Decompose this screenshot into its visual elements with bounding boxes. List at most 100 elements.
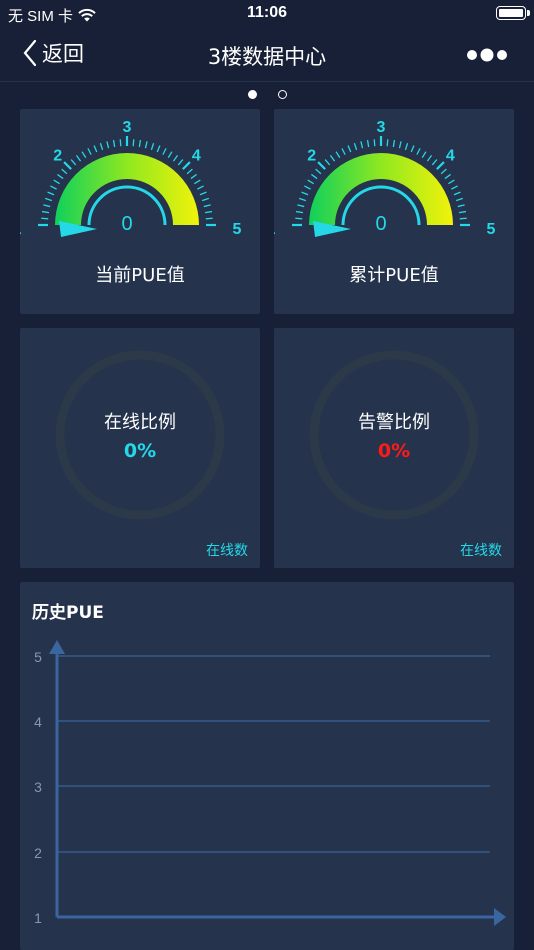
gauge-tick (315, 168, 322, 175)
gauge-tick (307, 179, 314, 185)
gauge-tick (451, 185, 458, 190)
gauge-tick (373, 139, 376, 147)
gauge-tick (194, 179, 201, 185)
gauge-tick (317, 161, 326, 170)
gauge-tick (295, 210, 304, 214)
gauge-tick (301, 191, 309, 196)
gauge-value: 0 (375, 213, 386, 235)
current-pue-gauge: 1 2 3 4 5 0 (20, 119, 242, 238)
y-tick-label: 4 (34, 714, 42, 730)
gauge-tick (431, 159, 438, 166)
gauge-tick (458, 210, 467, 214)
gauge-tick-label-4: 4 (192, 148, 201, 165)
gauge-tick (99, 143, 104, 151)
gauge-tick-label-5: 5 (487, 221, 496, 238)
ring-value: 0% (123, 440, 157, 462)
ring-title: 在线比例 (104, 412, 176, 433)
gauge-tick (61, 168, 68, 175)
online-count-link[interactable]: 在线数 (460, 540, 502, 560)
gauge-tick (45, 197, 53, 202)
battery-icon (496, 6, 530, 20)
gauge-tick (440, 168, 447, 175)
page-dot[interactable] (277, 90, 287, 99)
gauge-tick (457, 204, 465, 208)
gauge-tick (156, 145, 161, 153)
gauge-tick (119, 139, 122, 147)
page-title: 3楼数据中心 (207, 45, 327, 69)
y-tick-label: 2 (34, 845, 42, 861)
gauge-value: 0 (121, 213, 132, 235)
gauge-tick (404, 143, 409, 151)
y-axis-arrow (49, 640, 65, 654)
online-ratio-card[interactable]: 在线比例 0% 在线数 (20, 328, 260, 568)
gauge-tick (63, 161, 72, 170)
y-tick-label: 5 (34, 649, 42, 665)
gauge-tick (93, 145, 98, 153)
gauge-tick (43, 204, 51, 208)
cumulative-pue-gauge: 1 2 3 4 5 0 (274, 119, 496, 238)
gauge-tick (87, 148, 92, 155)
cumulative-pue-card[interactable]: 1 2 3 4 5 0 累计PUE值 (274, 109, 514, 314)
current-pue-card[interactable]: 1 2 3 4 5 0 当前PUE值 (20, 109, 260, 314)
status-bar: 无 SIM 卡 11:06 (0, 0, 534, 28)
page-dot-active[interactable] (247, 90, 257, 99)
history-pue-card: 历史PUE 5 4 3 2 1 (20, 582, 514, 950)
gauge-tick (199, 191, 207, 196)
gauge-tick (335, 151, 341, 158)
gauge-tick (106, 141, 110, 149)
gauge-tick (295, 217, 303, 220)
gauge-tick (162, 148, 167, 155)
gauge-tick (167, 151, 173, 158)
gauge-tick (392, 139, 396, 148)
history-pue-chart: 5 4 3 2 1 (34, 640, 506, 926)
gauge-tick-label-3: 3 (377, 119, 386, 136)
gauge-tick-label-2: 2 (307, 148, 316, 165)
gauge-tick (57, 173, 64, 180)
gauge-tick (190, 173, 197, 180)
ring-value: 0% (377, 440, 411, 462)
gauge-tick (112, 139, 116, 148)
gauge-tick (329, 155, 336, 162)
gauge-tick (366, 139, 370, 148)
alarm-ratio-card[interactable]: 告警比例 0% 在线数 (274, 328, 514, 568)
gauge-tick (453, 191, 461, 196)
gauge-tick (41, 217, 49, 220)
online-count-link[interactable]: 在线数 (206, 540, 248, 560)
gauge-tick (398, 141, 402, 149)
gauge-tick-label-5: 5 (233, 221, 242, 238)
gauge-tick (197, 185, 204, 190)
gauge-tick (416, 148, 421, 155)
gauge-tick (341, 148, 346, 155)
gauge-tick (353, 143, 358, 151)
gauge-tick (201, 197, 209, 202)
gauge-tick (177, 159, 184, 166)
page-indicator[interactable] (0, 90, 534, 99)
gauge-label: 累计PUE值 (349, 265, 439, 286)
gauge-tick (81, 151, 87, 158)
gauge-tick (304, 185, 311, 190)
gauge-tick (426, 155, 433, 162)
ring-title: 告警比例 (358, 412, 430, 433)
gauge-tick-label-2: 2 (53, 148, 62, 165)
y-tick-label: 3 (34, 779, 42, 795)
gauge-label: 当前PUE值 (95, 265, 185, 286)
gauge-tick-label-1: 1 (274, 221, 276, 238)
y-tick-label: 1 (34, 910, 42, 926)
gauge-tick (448, 179, 455, 185)
gauge-tick (132, 139, 135, 147)
gauge-tick (205, 217, 213, 220)
gauge-tick (182, 161, 191, 170)
gauge-tick (138, 139, 142, 148)
gauge-tick (203, 204, 211, 208)
more-icon[interactable] (466, 44, 510, 66)
gauge-tick (386, 139, 389, 147)
gauge-tick (421, 151, 427, 158)
x-axis-arrow (494, 908, 506, 926)
gauge-tick (53, 179, 60, 185)
gauge-tick (150, 143, 155, 151)
gauge-tick (360, 141, 364, 149)
gauge-tick (311, 173, 318, 180)
gauge-tick (172, 155, 179, 162)
gauge-tick (204, 210, 213, 214)
gauge-tick-label-4: 4 (446, 148, 455, 165)
